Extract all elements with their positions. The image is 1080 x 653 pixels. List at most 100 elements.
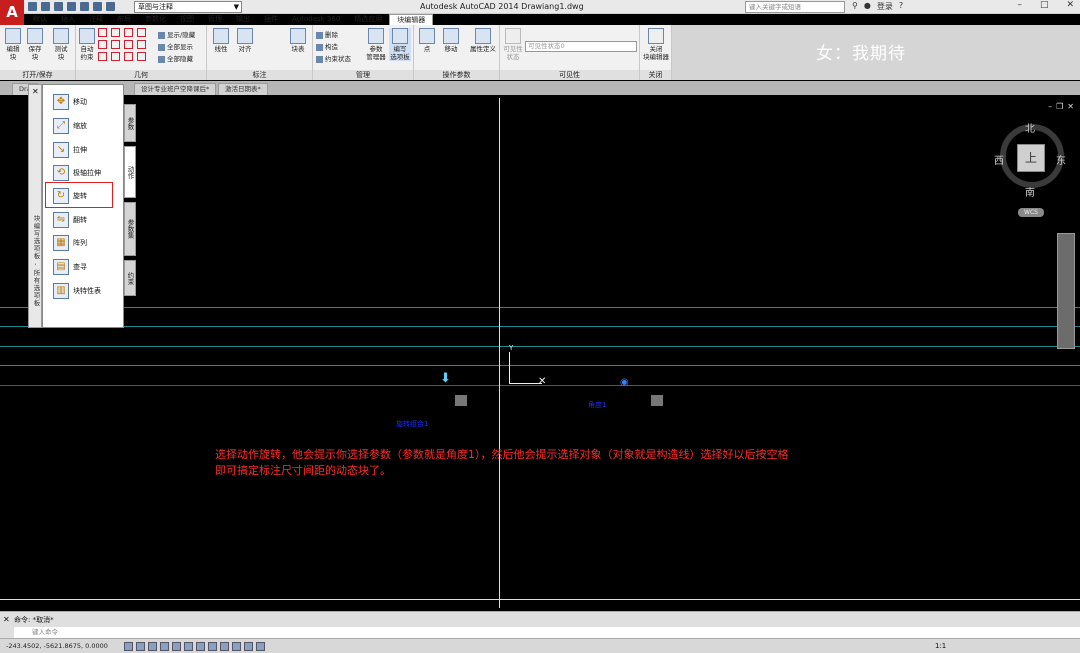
maximize-icon[interactable]: □ [1040, 0, 1049, 10]
tab-featured-apps[interactable]: 精选应用 [347, 14, 389, 25]
panel-title[interactable]: 管理 [313, 70, 413, 80]
snap-icon[interactable] [124, 642, 133, 651]
minimize-icon[interactable]: – [1048, 102, 1052, 111]
compass-east[interactable]: 东 [1056, 152, 1066, 167]
redo-icon[interactable] [106, 2, 115, 11]
palette-item-lookup[interactable]: ▤ 查寻 [53, 258, 87, 276]
minimize-icon[interactable]: – [1017, 0, 1022, 10]
close-block-editor-button[interactable]: 关闭 块编辑器 [641, 28, 671, 61]
doc-tab[interactable]: 设计专业班户空降课后* [134, 83, 217, 95]
navigation-bar[interactable] [1057, 233, 1075, 349]
move-button[interactable]: 移动 [440, 28, 462, 53]
restore-icon[interactable]: ❐ [1056, 102, 1063, 111]
tab-plugins[interactable]: 插件 [257, 14, 285, 25]
compass-south[interactable]: 南 [1025, 184, 1035, 199]
tangent-icon[interactable] [98, 52, 107, 61]
close-icon[interactable]: ✕ [32, 87, 39, 96]
transparency-icon[interactable] [232, 642, 241, 651]
show-hide-button[interactable]: 显示/隐藏 [158, 29, 195, 39]
param-manager-button[interactable]: 参数 管理器 [365, 28, 387, 61]
linear-button[interactable]: 线性 [210, 28, 232, 53]
delete-button[interactable]: 删除 [316, 29, 338, 39]
save-as-icon[interactable] [67, 2, 76, 11]
annotation-scale[interactable]: 1:1 [935, 642, 946, 650]
concentric-icon[interactable] [124, 28, 133, 37]
palette-item-move[interactable]: ✥ 移动 [53, 93, 87, 111]
panel-title[interactable]: 打开/保存 [0, 70, 75, 80]
command-input[interactable]: 键入命令 [14, 627, 1080, 638]
show-all-button[interactable]: 全部显示 [158, 41, 193, 51]
down-arrow-grip[interactable]: ⬇ [440, 371, 451, 386]
coincident-icon[interactable] [98, 28, 107, 37]
print-icon[interactable] [80, 2, 89, 11]
panel-title[interactable]: 关闭 [640, 70, 671, 80]
palette-titlebar[interactable]: ✕ 块编写选项板 - 所有选项板 [28, 84, 42, 328]
osnap-icon[interactable] [172, 642, 181, 651]
block-table-button[interactable]: 块表 [287, 28, 309, 53]
parallel-icon[interactable] [98, 40, 107, 49]
wcs-menu[interactable]: WCS [1018, 208, 1044, 217]
vertical-icon[interactable] [137, 40, 146, 49]
workspace-select[interactable]: 草图与注释 ▼ [134, 1, 242, 13]
auto-constrain-button[interactable]: 自动 约束 [76, 28, 98, 61]
qp-icon[interactable] [244, 642, 253, 651]
palette-item-block-properties-table[interactable]: ▥ 块特性表 [53, 282, 101, 300]
sc-icon[interactable] [256, 642, 265, 651]
panel-title[interactable]: 可见性 [500, 70, 639, 80]
action-badge-icon[interactable] [651, 395, 663, 406]
ortho-icon[interactable] [148, 642, 157, 651]
attribute-definition-button[interactable]: 属性定义 [468, 28, 498, 53]
tab-autodesk360[interactable]: Autodesk 360 [285, 14, 347, 25]
tab-actions[interactable]: 动作 [124, 146, 136, 198]
panel-title[interactable]: 几何 [76, 70, 206, 80]
point-button[interactable]: 点 [416, 28, 438, 53]
tab-layout[interactable]: 布局 [110, 14, 138, 25]
tab-view[interactable]: 视图 [173, 14, 201, 25]
viewcube-top-face[interactable]: 上 [1017, 144, 1045, 172]
authoring-palettes-button[interactable]: 编写 选项板 [389, 28, 411, 61]
test-block-button[interactable]: 测试块 [50, 28, 72, 61]
close-icon[interactable]: ✕ [3, 615, 10, 624]
polar-icon[interactable] [160, 642, 169, 651]
application-menu-button[interactable]: A [0, 0, 24, 26]
close-icon[interactable]: ✕ [1067, 102, 1074, 111]
rotation-grip[interactable]: ◉ [620, 377, 629, 388]
login-link[interactable]: 登录 [877, 1, 893, 12]
palette-item-scale[interactable]: ⤢ 缩放 [53, 117, 87, 135]
visibility-state-select[interactable]: 可见性状态0 [525, 41, 637, 52]
equal-icon[interactable] [137, 52, 146, 61]
tab-constraints[interactable]: 约束 [124, 260, 136, 296]
tab-insert[interactable]: 插入 [54, 14, 82, 25]
compass-north[interactable]: 北 [1025, 120, 1035, 135]
tab-parametric[interactable]: 参数化 [138, 14, 173, 25]
collinear-icon[interactable] [111, 28, 120, 37]
help-icon[interactable]: ? [899, 1, 903, 12]
tab-parameter-sets[interactable]: 参数集 [124, 202, 136, 256]
tab-default[interactable]: 默认 [26, 14, 54, 25]
hide-all-button[interactable]: 全部隐藏 [158, 53, 193, 63]
lineweight-icon[interactable] [220, 642, 229, 651]
tab-output[interactable]: 输出 [229, 14, 257, 25]
palette-item-stretch[interactable]: ↘ 拉伸 [53, 141, 87, 159]
fix-icon[interactable] [137, 28, 146, 37]
doc-tab[interactable]: 激活日期表* [218, 83, 268, 95]
palette-item-flip[interactable]: ⇋ 翻转 [53, 211, 87, 229]
search-input[interactable]: 键入关键字或短语 [745, 1, 845, 13]
user-icon[interactable]: ● [864, 1, 871, 12]
edit-block-button[interactable]: 编辑块 [2, 28, 24, 61]
panel-title[interactable]: 操作参数 [414, 70, 499, 80]
palette-item-polar-stretch[interactable]: ⟲ 极轴拉伸 [53, 164, 101, 182]
dyn-icon[interactable] [208, 642, 217, 651]
close-icon[interactable]: ✕ [1066, 0, 1074, 10]
undo-icon[interactable] [93, 2, 102, 11]
ducs-icon[interactable] [196, 642, 205, 651]
viewcube[interactable]: 上 北 南 西 东 [994, 120, 1068, 199]
grid-icon[interactable] [136, 642, 145, 651]
tab-manage[interactable]: 管理 [201, 14, 229, 25]
construct-button[interactable]: 构造 [316, 41, 338, 51]
action-badge-icon[interactable] [455, 395, 467, 406]
smooth-icon[interactable] [111, 52, 120, 61]
visibility-state-button[interactable]: 可见性 状态 [502, 28, 524, 61]
open-icon[interactable] [41, 2, 50, 11]
otrack-icon[interactable] [184, 642, 193, 651]
